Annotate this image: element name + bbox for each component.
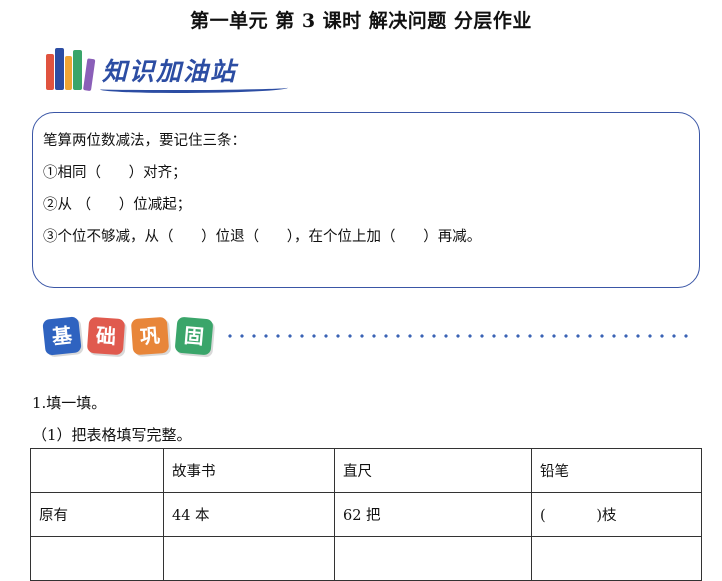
table-cell: 原有: [30, 492, 164, 537]
books-icon: [44, 46, 96, 92]
table-cell-answer-blank[interactable]: ( )枝: [531, 492, 702, 537]
table-cell: [334, 536, 532, 581]
tile-ji: 基: [42, 316, 82, 356]
question-1-title: 1.填一填。: [32, 394, 107, 412]
table-cell: [30, 536, 164, 581]
table-row: [30, 536, 702, 581]
tile-gu: 固: [174, 316, 214, 356]
table-header-cell: [30, 448, 164, 493]
dotted-divider: [224, 334, 694, 338]
tile-gong: 巩: [130, 316, 170, 356]
table-header-cell: 铅笔: [531, 448, 702, 493]
knowledge-station-label: 知识加油站: [102, 57, 238, 86]
table-row: 原有 44 本 62 把 ( )枝: [30, 492, 702, 537]
page-title: 第一单元 第 3 课时 解决问题 分层作业: [190, 10, 532, 32]
table-header-cell: 直尺: [334, 448, 532, 493]
knowledge-station-banner: 知识加油站: [44, 44, 294, 96]
table-cell: 62 把: [334, 492, 532, 537]
tile-chu: 础: [86, 316, 126, 356]
table-header-row: 故事书 直尺 铅笔: [30, 448, 702, 493]
knowledge-box: 笔算两位数减法，要记住三条： ①相同（ ）对齐； ②从 （ ）位减起； ③个位不…: [32, 112, 700, 288]
knowledge-line-1: 笔算两位数减法，要记住三条：: [43, 133, 246, 149]
knowledge-line-2: ①相同（ ）对齐；: [43, 165, 187, 181]
fill-table: 故事书 直尺 铅笔 原有 44 本 62 把 ( )枝: [30, 448, 702, 581]
basic-consolidation-banner: 基 础 巩 固: [40, 314, 700, 364]
table-cell: [163, 536, 335, 581]
table-header-cell: 故事书: [163, 448, 335, 493]
table-cell: [531, 536, 702, 581]
knowledge-line-4: ③个位不够减，从（ ）位退（ ），在个位上加（ ）再减。: [43, 229, 482, 245]
knowledge-line-3: ②从 （ ）位减起；: [43, 197, 192, 213]
banner-underline: [100, 84, 288, 93]
table-cell: 44 本: [163, 492, 335, 537]
question-1-1-title: （1）把表格填写完整。: [32, 426, 192, 444]
